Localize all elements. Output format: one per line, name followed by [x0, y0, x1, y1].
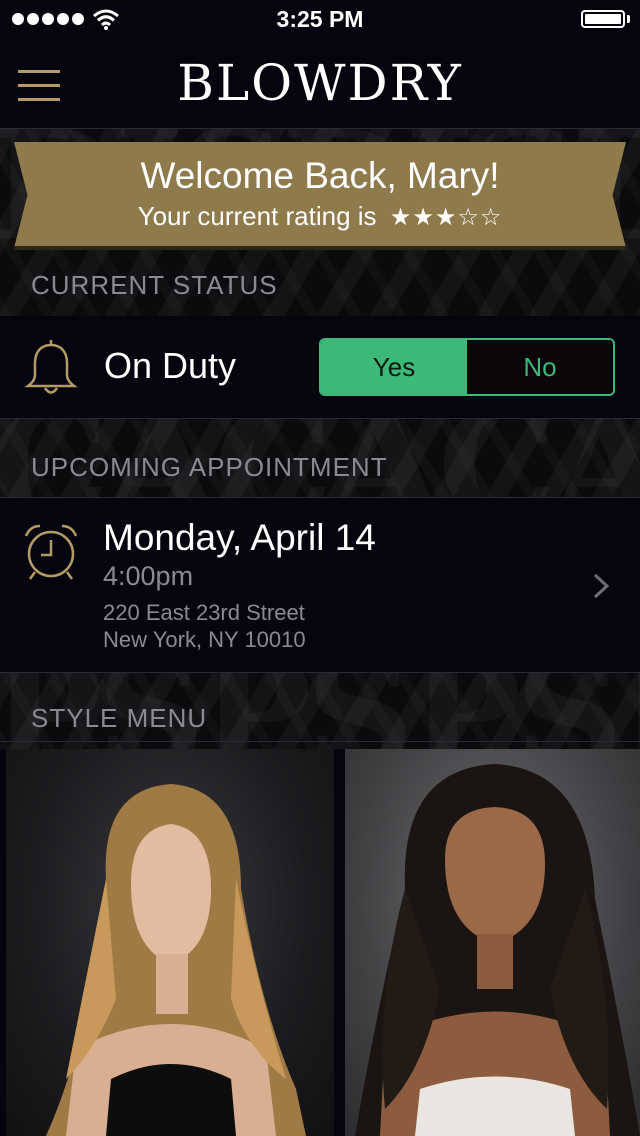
ribbon-shadow: [14, 246, 626, 250]
star-empty-icon: ☆: [457, 203, 480, 231]
welcome-message: Welcome Back, Mary!: [140, 155, 500, 196]
style-menu-heading: STYLE MENU: [31, 703, 208, 733]
appointment-address-line2: New York, NY 10010: [103, 627, 306, 652]
rating-stars: ★★★☆☆: [390, 201, 503, 232]
star-filled-icon: ★: [434, 203, 458, 231]
upcoming-appointment-heading: UPCOMING APPOINTMENT: [31, 452, 388, 482]
model-portrait-dark: [355, 764, 640, 1136]
chevron-right-icon[interactable]: [592, 572, 610, 600]
rating-text: Your current rating is: [137, 201, 377, 231]
blonde-waves-style[interactable]: [6, 749, 334, 1136]
appointment-address-line1: 220 East 23rd Street: [103, 600, 305, 625]
on-duty-label: On Duty: [104, 345, 237, 386]
battery-tip: [627, 15, 630, 23]
battery-icon: [581, 10, 625, 28]
navigation-bar: BLOWDRY: [0, 40, 640, 128]
status-bar: 3:25 PM: [0, 0, 640, 40]
model-portrait-blonde: [46, 784, 306, 1136]
dark-curls-style[interactable]: [345, 749, 640, 1136]
divider: [0, 128, 640, 129]
duty-toggle[interactable]: Yes No: [319, 338, 615, 396]
rating-line: Your current rating is ★★★☆☆: [14, 201, 626, 232]
current-status-heading: CURRENT STATUS: [31, 270, 278, 300]
star-filled-icon: ★: [412, 203, 435, 231]
app-title: BLOWDRY: [177, 54, 463, 112]
duty-no-option[interactable]: No: [467, 340, 613, 394]
appointment-time: 4:00pm: [103, 561, 194, 591]
status-time: 3:25 PM: [276, 6, 364, 32]
bell-icon: [24, 340, 78, 394]
star-empty-icon: ☆: [479, 203, 503, 231]
divider: [0, 741, 640, 742]
appointment-date: Monday, April 14: [103, 517, 376, 558]
star-filled-icon: ★: [389, 203, 413, 231]
duty-yes-option[interactable]: Yes: [321, 340, 467, 394]
divider: [0, 672, 640, 673]
alarm-clock-icon: [24, 524, 78, 580]
divider: [0, 418, 640, 419]
